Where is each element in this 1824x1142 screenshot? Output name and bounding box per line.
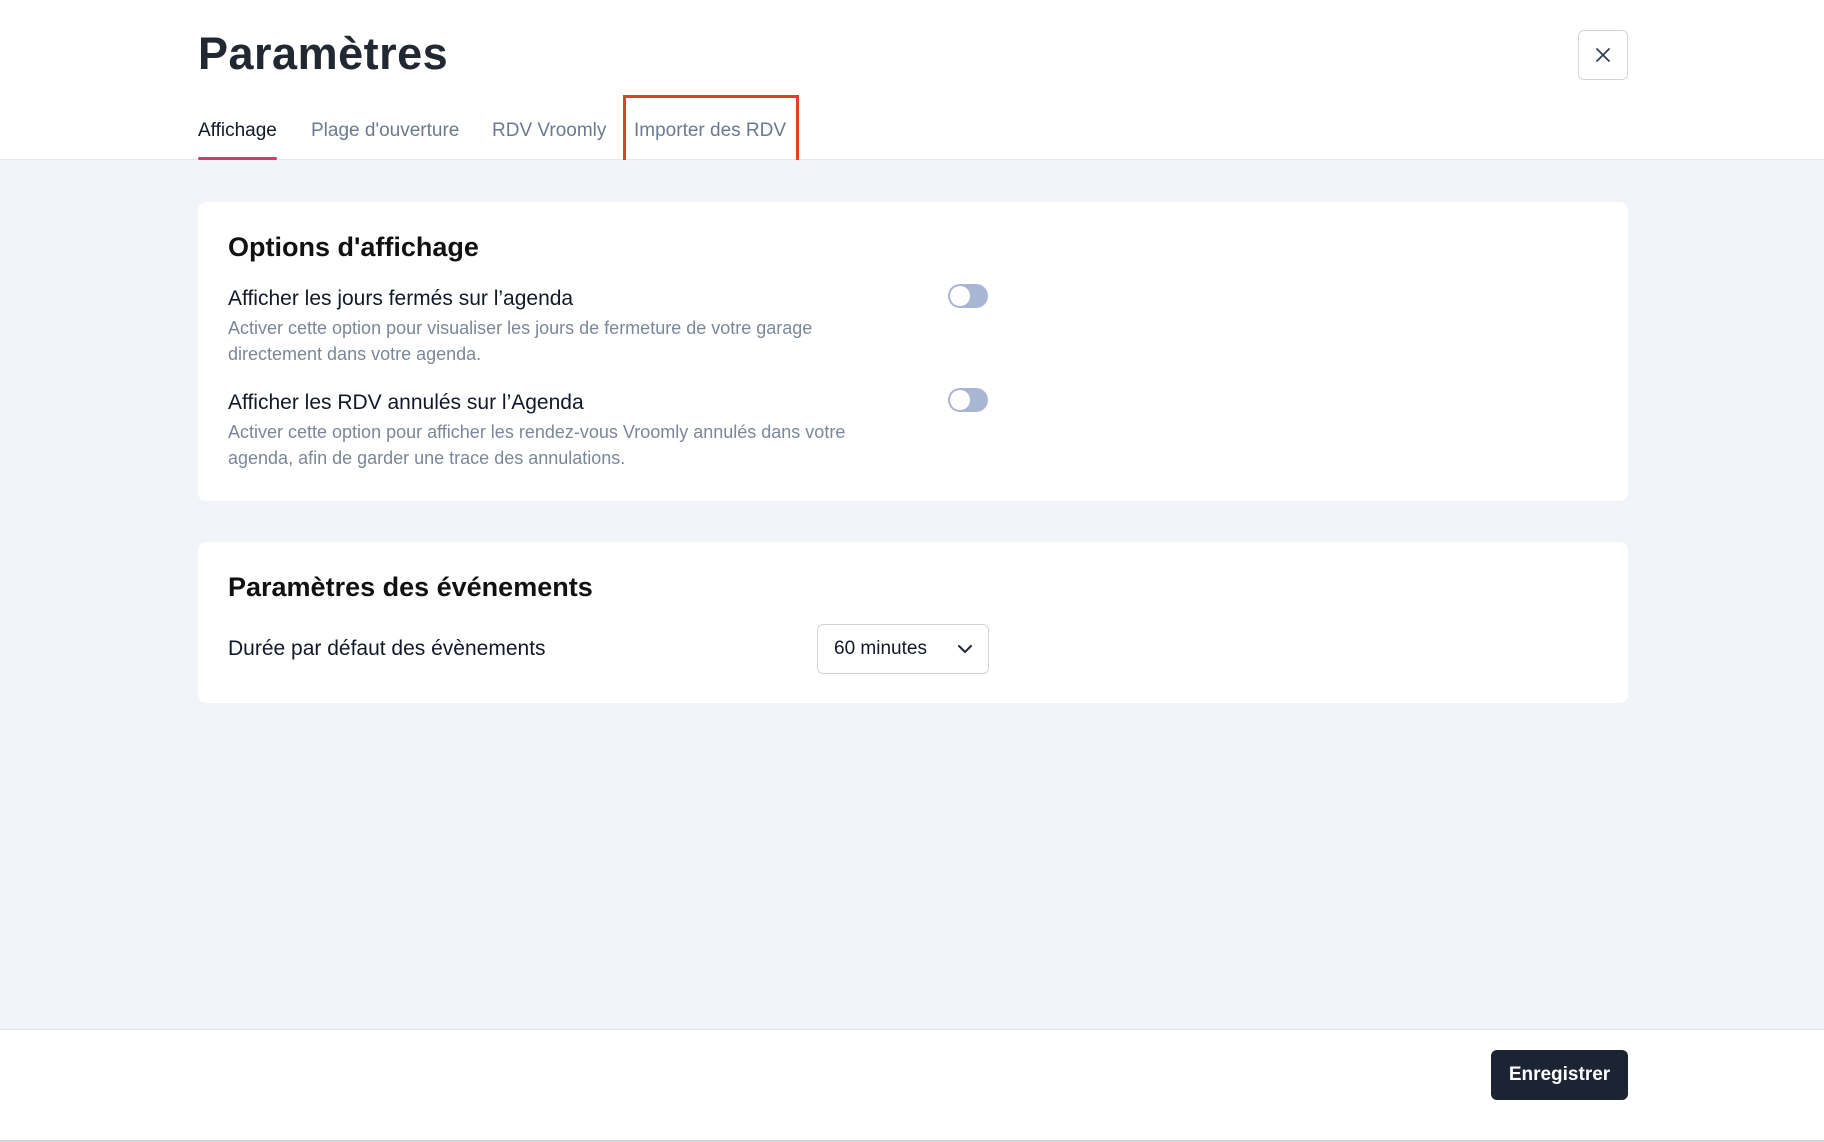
option-cancelled-rdv-description-line-1: Activer cette option pour afficher les r…	[228, 422, 846, 442]
closed-days-toggle[interactable]	[948, 284, 988, 308]
settings-header: Paramètres Affichage Plage d'ouverture R…	[0, 0, 1824, 165]
display-options-card: Options d'affichage Afficher les jours f…	[198, 202, 1628, 501]
tab-importer-rdv[interactable]: Importer des RDV	[634, 100, 786, 160]
event-settings-title: Paramètres des événements	[228, 572, 593, 602]
default-duration-value: 60 minutes	[834, 638, 927, 659]
close-icon	[1596, 48, 1610, 62]
display-options-title: Options d'affichage	[228, 232, 479, 262]
tab-affichage[interactable]: Affichage	[198, 100, 277, 160]
toggle-knob	[950, 390, 970, 410]
tab-rdv-vroomly[interactable]: RDV Vroomly	[492, 100, 606, 160]
option-cancelled-rdv-description-line-2: agenda, afin de garder une trace des ann…	[228, 448, 626, 468]
default-duration-label: Durée par défaut des évènements	[228, 637, 546, 660]
toggle-knob	[950, 286, 970, 306]
option-closed-days-label: Afficher les jours fermés sur l’agenda	[228, 287, 574, 310]
option-closed-days-description: Activer cette option pour visualiser les…	[228, 315, 928, 367]
option-cancelled-rdv-description: Activer cette option pour afficher les r…	[228, 419, 928, 471]
save-button[interactable]: Enregistrer	[1491, 1050, 1628, 1100]
event-settings-card: Paramètres des événements Durée par défa…	[198, 542, 1628, 703]
default-duration-select[interactable]: 60 minutes	[817, 624, 989, 674]
option-cancelled-rdv-label: Afficher les RDV annulés sur l’Agenda	[228, 391, 584, 414]
tab-plage-ouverture[interactable]: Plage d'ouverture	[311, 100, 459, 160]
page-title: Paramètres	[198, 28, 449, 79]
close-button[interactable]	[1578, 30, 1628, 80]
cancelled-rdv-toggle[interactable]	[948, 388, 988, 412]
settings-content: Options d'affichage Afficher les jours f…	[0, 160, 1824, 1029]
option-closed-days-description-line-2: directement dans votre agenda.	[228, 344, 482, 364]
settings-footer: Enregistrer	[0, 1029, 1824, 1142]
option-closed-days-description-line-1: Activer cette option pour visualiser les…	[228, 318, 813, 338]
chevron-down-icon	[958, 644, 972, 653]
